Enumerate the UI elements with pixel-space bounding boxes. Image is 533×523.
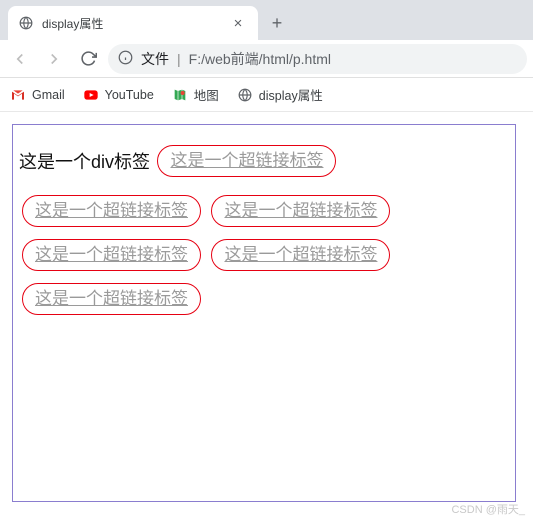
link-pill[interactable]: 这是一个超链接标签 [22, 195, 201, 227]
tab-title: display属性 [42, 15, 220, 32]
new-tab-button[interactable]: + [262, 8, 292, 38]
close-icon[interactable]: × [228, 15, 248, 32]
bookmark-label: 地图 [194, 85, 219, 104]
url-path: F:/web前端/html/p.html [189, 49, 331, 69]
bookmark-maps[interactable]: 地图 [172, 85, 219, 104]
maps-icon [172, 87, 188, 103]
link-pill[interactable]: 这是一个超链接标签 [157, 145, 336, 177]
link-pill[interactable]: 这是一个超链接标签 [211, 239, 390, 271]
globe-icon [18, 15, 34, 31]
reload-button[interactable] [74, 45, 102, 73]
browser-tab[interactable]: display属性 × [8, 6, 258, 40]
toolbar: 文件 | F:/web前端/html/p.html [0, 40, 533, 78]
url-scheme-label: 文件 [141, 49, 169, 69]
gmail-icon [10, 87, 26, 103]
bookmark-gmail[interactable]: Gmail [10, 87, 65, 103]
bookmarks-bar: Gmail YouTube 地图 display属性 [0, 78, 533, 112]
tab-bar: display属性 × + [0, 0, 533, 40]
link-pill[interactable]: 这是一个超链接标签 [22, 239, 201, 271]
page-content-box: 这是一个div标签 这是一个超链接标签 这是一个超链接标签 这是一个超链接标签 … [12, 124, 516, 502]
youtube-icon [83, 87, 99, 103]
back-button[interactable] [6, 45, 34, 73]
link-pill[interactable]: 这是一个超链接标签 [211, 195, 390, 227]
address-bar[interactable]: 文件 | F:/web前端/html/p.html [108, 44, 527, 74]
bookmark-youtube[interactable]: YouTube [83, 87, 154, 103]
page-content: 这是一个div标签 这是一个超链接标签 这是一个超链接标签 这是一个超链接标签 … [13, 125, 515, 335]
bookmark-display[interactable]: display属性 [237, 85, 323, 104]
url-separator: | [177, 51, 181, 67]
bookmark-label: YouTube [105, 88, 154, 102]
bookmark-label: display属性 [259, 85, 323, 104]
link-pill[interactable]: 这是一个超链接标签 [22, 283, 201, 315]
bookmark-label: Gmail [32, 88, 65, 102]
globe-icon [237, 87, 253, 103]
watermark: CSDN @雨天_ [451, 501, 525, 517]
div-text: 这是一个div标签 [19, 152, 150, 172]
info-icon [118, 50, 133, 68]
forward-button[interactable] [40, 45, 68, 73]
